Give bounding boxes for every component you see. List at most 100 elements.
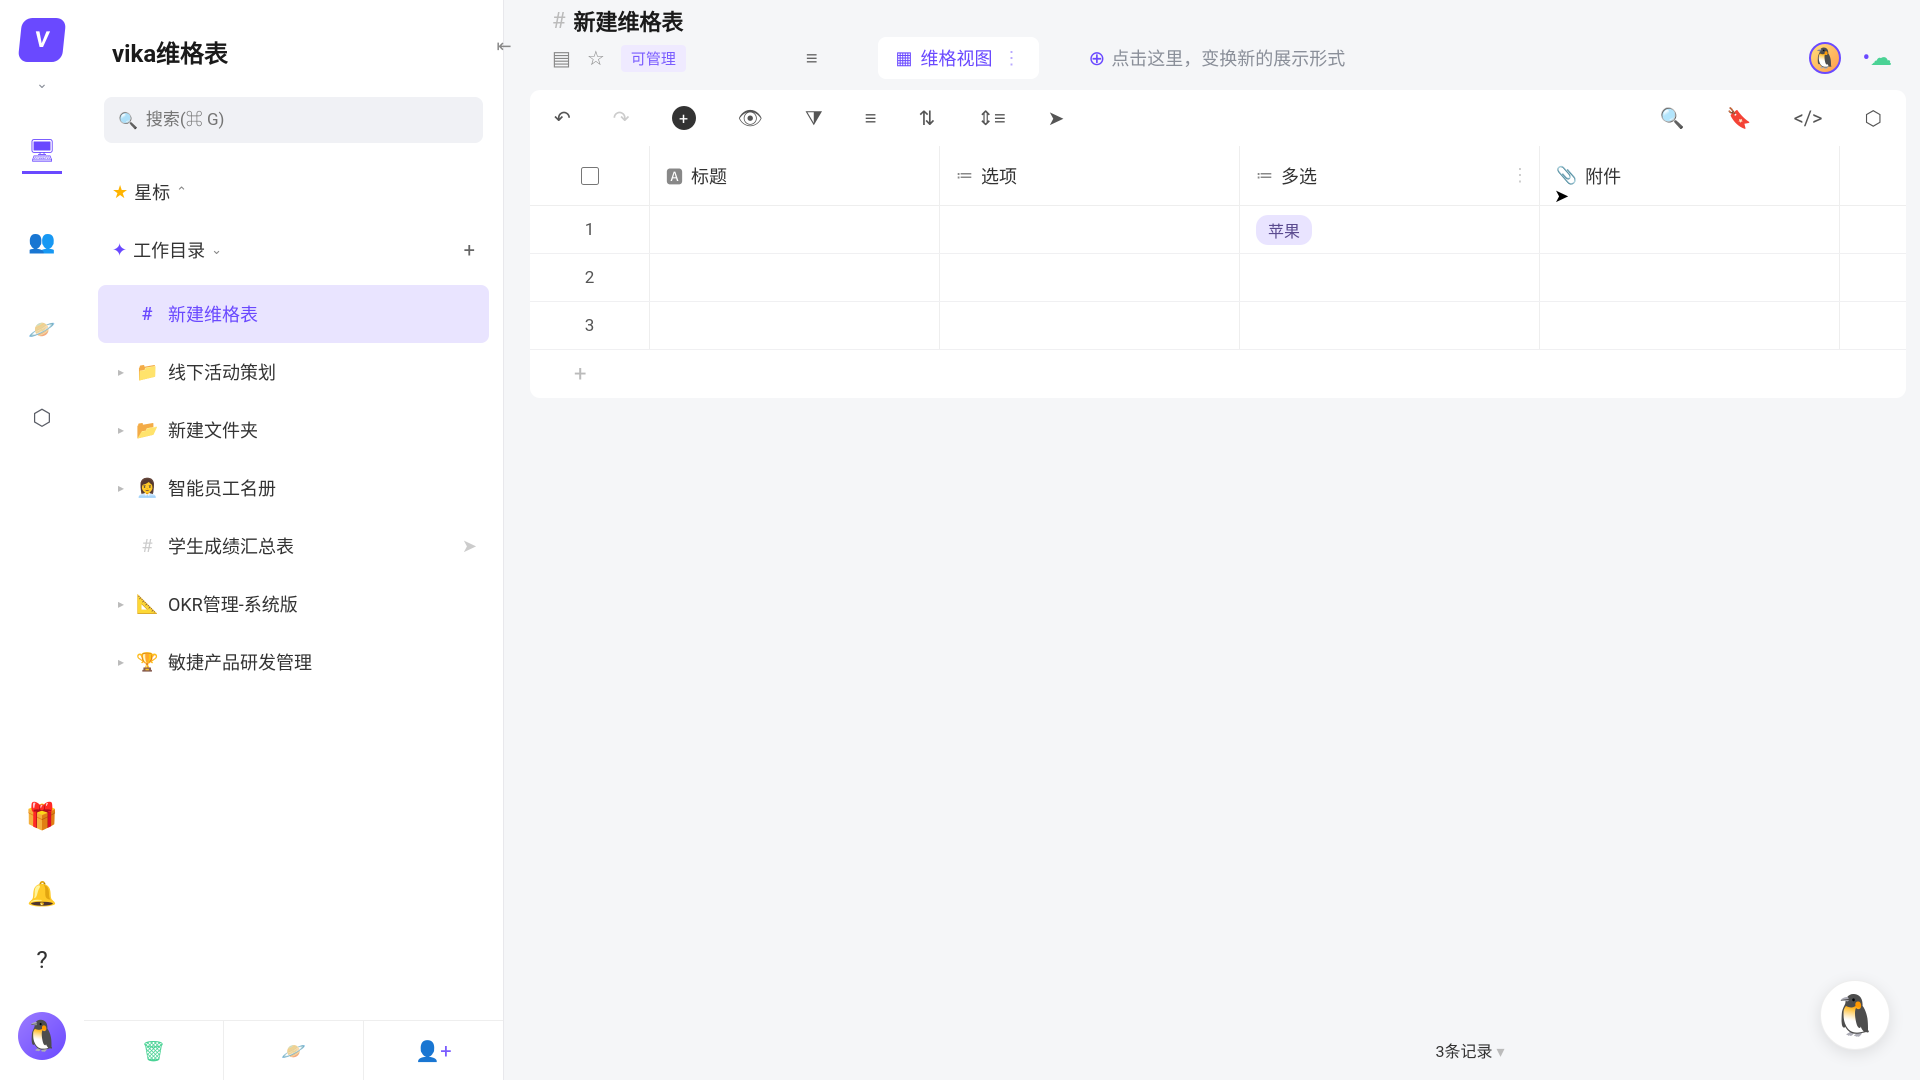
- assistant-bot-button[interactable]: 🐧: [1820, 980, 1890, 1050]
- cell-attach[interactable]: [1540, 254, 1840, 301]
- collaborator-avatar[interactable]: 🐧: [1809, 42, 1841, 74]
- col-title-label: 标题: [691, 163, 727, 189]
- section-workdir[interactable]: ✦ 工作目录 ⌄ +: [84, 221, 503, 279]
- text-field-icon: 🅰: [666, 163, 683, 188]
- col-multi[interactable]: ≔多选⋮: [1240, 146, 1540, 205]
- col-multi-menu-icon[interactable]: ⋮: [1511, 165, 1529, 186]
- sort-button[interactable]: ⇅: [918, 106, 935, 130]
- grid-view-icon: ▦: [896, 48, 913, 69]
- nav-contacts-icon[interactable]: 👥: [22, 222, 62, 262]
- node-label: 新建维格表: [168, 301, 258, 327]
- tree-node-1[interactable]: ▸📁线下活动策划: [98, 343, 489, 401]
- trash-button[interactable]: 🗑: [84, 1021, 224, 1080]
- section-starred[interactable]: ★ 星标 ⌃: [84, 163, 503, 221]
- tree-node-2[interactable]: ▸📂新建文件夹: [98, 401, 489, 459]
- app-logo[interactable]: V: [18, 18, 67, 62]
- cell-option[interactable]: [940, 206, 1240, 253]
- left-rail: V ⌄ 🖥 👥 🪐 ⬡ 🎁 🔔 ? 🐧: [0, 0, 84, 1080]
- row-number[interactable]: 2: [530, 254, 650, 301]
- api-button[interactable]: </>: [1794, 106, 1823, 130]
- tree-node-3[interactable]: ▸👩‍💼智能员工名册: [98, 459, 489, 517]
- sync-status-icon[interactable]: •☁: [1863, 46, 1892, 71]
- select-all-cell[interactable]: [530, 146, 650, 205]
- desc-icon[interactable]: ▤: [552, 46, 571, 70]
- rocket-icon: ✦: [112, 240, 127, 261]
- expand-icon[interactable]: ▸: [118, 597, 136, 611]
- add-view-hint[interactable]: ⊕ 点击这里，变换新的展示形式: [1089, 45, 1346, 71]
- cell-title[interactable]: [650, 206, 940, 253]
- tree-node-0[interactable]: # 新建维格表: [98, 285, 489, 343]
- search-in-view-button[interactable]: 🔍: [1660, 106, 1685, 130]
- select-all-checkbox[interactable]: [581, 167, 599, 185]
- undo-button[interactable]: ↶: [554, 106, 571, 130]
- col-title[interactable]: 🅰 标题: [650, 146, 940, 205]
- row-height-button[interactable]: ⇕≡: [977, 106, 1005, 131]
- send-icon[interactable]: ➤: [462, 536, 477, 557]
- cell-multi[interactable]: 苹果: [1240, 206, 1540, 253]
- widget-button[interactable]: ⬡: [1865, 106, 1882, 130]
- tree-node-4[interactable]: #学生成绩汇总表➤: [98, 517, 489, 575]
- tree-node-5[interactable]: ▸📐OKR管理-系统版: [98, 575, 489, 633]
- col-option[interactable]: ≔选项: [940, 146, 1240, 205]
- nav-workbench-icon[interactable]: 🖥: [22, 134, 62, 174]
- cell-attach[interactable]: [1540, 302, 1840, 349]
- cell-multi[interactable]: [1240, 254, 1540, 301]
- expand-icon[interactable]: ▸: [118, 365, 136, 379]
- invite-button[interactable]: 👤+: [364, 1021, 503, 1080]
- main: # 新建维格表 ▤ ☆ 可管理 ≡ ▦ 维格视图 ⋮ ⊕ 点击这里，变换新的展示…: [504, 0, 1920, 1080]
- view-options-icon[interactable]: ⋮: [1003, 48, 1021, 69]
- hash-icon: #: [552, 9, 566, 34]
- node-icon: 🏆: [136, 652, 158, 673]
- tree: # 新建维格表 ▸📁线下活动策划▸📂新建文件夹▸👩‍💼智能员工名册#学生成绩汇总表➤…: [84, 279, 503, 691]
- gift-icon[interactable]: 🎁: [26, 802, 58, 832]
- cell-option[interactable]: [940, 302, 1240, 349]
- sidebar-bottom: 🗑 🪐 👤+: [84, 1020, 503, 1080]
- cell-attach[interactable]: [1540, 206, 1840, 253]
- grid-row[interactable]: 3: [530, 302, 1906, 350]
- select-field-icon: ≔: [956, 166, 973, 186]
- cell-title[interactable]: [650, 254, 940, 301]
- filter-button[interactable]: ⧩: [805, 106, 823, 130]
- node-icon: #: [136, 304, 158, 325]
- chevron-down-icon: ⌄: [211, 243, 222, 258]
- group-button[interactable]: ≡: [865, 106, 877, 131]
- cell-option[interactable]: [940, 254, 1240, 301]
- favorite-icon[interactable]: ☆: [587, 46, 605, 70]
- add-row-button[interactable]: +: [530, 350, 1906, 398]
- expand-icon[interactable]: ▸: [118, 481, 136, 495]
- search-box[interactable]: 🔍: [104, 97, 483, 143]
- grid-row[interactable]: 1 苹果: [530, 206, 1906, 254]
- export-button[interactable]: 🔖: [1727, 106, 1752, 130]
- user-avatar[interactable]: 🐧: [18, 1012, 66, 1060]
- record-count[interactable]: 3条记录 ▾: [1436, 1038, 1505, 1062]
- nav-settings-icon[interactable]: ⬡: [22, 398, 62, 438]
- row-number[interactable]: 3: [530, 302, 650, 349]
- current-view-chip[interactable]: ▦ 维格视图 ⋮: [878, 37, 1039, 79]
- share-button[interactable]: ➤: [1048, 106, 1065, 130]
- insert-row-button[interactable]: +: [672, 106, 696, 130]
- search-input[interactable]: [146, 110, 469, 130]
- expand-icon[interactable]: ▸: [118, 423, 136, 437]
- hide-fields-button[interactable]: 👁: [738, 106, 763, 130]
- add-node-button[interactable]: +: [464, 238, 475, 262]
- grid-row[interactable]: 2: [530, 254, 1906, 302]
- workspace-switch-icon[interactable]: ⌄: [36, 76, 48, 92]
- cell-title[interactable]: [650, 302, 940, 349]
- tree-node-6[interactable]: ▸🏆 敏捷产品研发管理: [98, 633, 489, 691]
- col-attach[interactable]: 📎附件: [1540, 146, 1840, 205]
- notifications-icon[interactable]: 🔔: [27, 880, 57, 908]
- col-multi-label: 多选: [1281, 163, 1317, 189]
- help-icon[interactable]: ?: [36, 946, 47, 974]
- cell-multi[interactable]: [1240, 302, 1540, 349]
- row-number[interactable]: 1: [530, 206, 650, 253]
- permission-badge[interactable]: 可管理: [621, 45, 686, 72]
- views-list-icon[interactable]: ≡: [806, 46, 818, 71]
- search-icon: 🔍: [118, 111, 138, 130]
- view-name: 维格视图: [921, 45, 993, 71]
- section-workdir-label: 工作目录: [133, 237, 205, 263]
- expand-icon[interactable]: ▸: [118, 655, 136, 669]
- nav-explore-icon[interactable]: 🪐: [22, 310, 62, 350]
- template-button[interactable]: 🪐: [224, 1021, 364, 1080]
- node-label: 敏捷产品研发管理: [168, 649, 312, 675]
- redo-button[interactable]: ↷: [613, 106, 630, 130]
